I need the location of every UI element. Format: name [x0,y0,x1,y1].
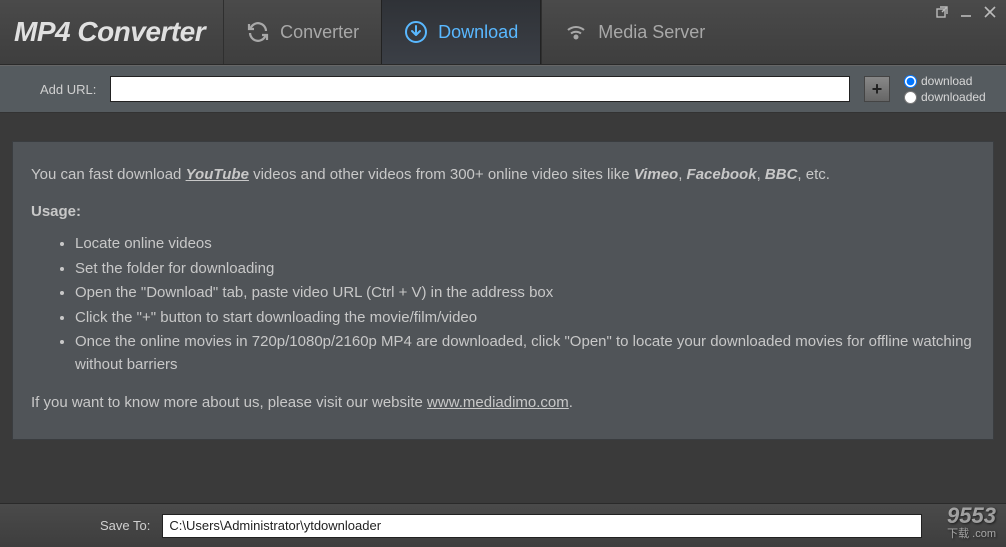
minimize-icon[interactable] [958,4,974,20]
tab-label: Converter [280,22,359,43]
window-controls [934,4,998,20]
download-icon [404,20,428,44]
intro-text: You can fast download YouTube videos and… [31,164,975,187]
list-item: Open the "Download" tab, paste video URL… [75,282,975,305]
tab-converter[interactable]: Converter [223,0,381,64]
radio-download[interactable]: download [904,74,996,88]
tab-strip: Converter Download Media Server [223,0,727,64]
save-label: Save To: [100,518,150,533]
title-bar: MP4 Converter Converter Download Media S… [0,0,1006,65]
usage-list: Locate online videos Set the folder for … [31,233,975,376]
url-bar: Add URL: + download downloaded [0,65,1006,113]
wifi-icon [564,20,588,44]
filter-radio-group: download downloaded [904,74,996,104]
tab-media-server[interactable]: Media Server [541,0,727,64]
save-bar: Save To: [0,503,1006,547]
url-label: Add URL: [40,82,96,97]
list-item: Locate online videos [75,233,975,256]
list-item: Click the "+" button to start downloadin… [75,307,975,330]
refresh-icon [246,20,270,44]
youtube-link[interactable]: YouTube [186,166,249,183]
website-link[interactable]: www.mediadimo.com [427,394,569,411]
url-input[interactable] [110,76,850,102]
more-info-text: If you want to know more about us, pleas… [31,392,975,415]
list-item: Set the folder for downloading [75,258,975,281]
tab-label: Media Server [598,22,705,43]
add-url-button[interactable]: + [864,76,890,102]
popout-icon[interactable] [934,4,950,20]
info-panel: You can fast download YouTube videos and… [12,141,994,440]
app-title: MP4 Converter [0,16,223,48]
radio-downloaded[interactable]: downloaded [904,90,996,104]
content-area: You can fast download YouTube videos and… [0,113,1006,440]
tab-label: Download [438,22,518,43]
list-item: Once the online movies in 720p/1080p/216… [75,331,975,376]
usage-heading: Usage: [31,201,975,224]
tab-download[interactable]: Download [381,0,541,64]
save-path-input[interactable] [162,514,922,538]
close-icon[interactable] [982,4,998,20]
